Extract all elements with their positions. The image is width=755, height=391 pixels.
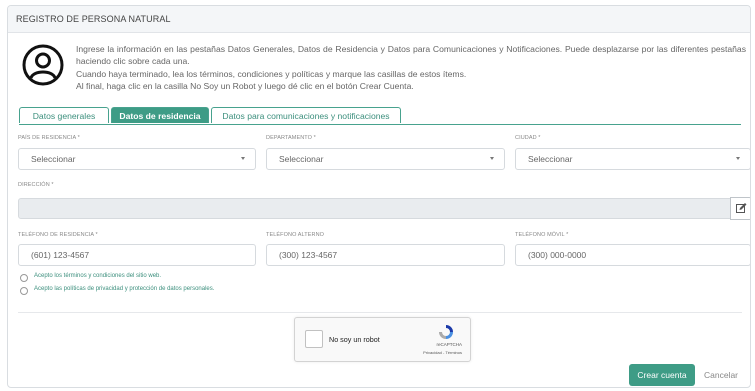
telefono-residencia-placeholder: (601) 123-4567 bbox=[31, 250, 90, 260]
recaptcha-brand: reCAPTCHA bbox=[436, 342, 462, 347]
departamento-value: Seleccionar bbox=[279, 154, 324, 164]
direccion-label: DIRECCIÓN * bbox=[18, 182, 54, 188]
cancel-button[interactable]: Cancelar bbox=[701, 364, 741, 386]
pais-select[interactable]: Seleccionar bbox=[18, 148, 256, 170]
telefono-movil-placeholder: (300) 000-0000 bbox=[528, 250, 587, 260]
instruction-line: Ingrese la información en las pestañas D… bbox=[76, 44, 746, 67]
tab-datos-generales[interactable]: Datos generales bbox=[19, 107, 109, 123]
terminos-label[interactable]: Acepto los términos y condiciones del si… bbox=[34, 273, 161, 279]
telefono-residencia-input[interactable]: (601) 123-4567 bbox=[18, 244, 256, 266]
chevron-down-icon bbox=[490, 157, 494, 160]
chevron-down-icon bbox=[736, 157, 740, 160]
ciudad-select[interactable]: Seleccionar bbox=[515, 148, 750, 170]
ciudad-value: Seleccionar bbox=[528, 154, 573, 164]
edit-address-button[interactable] bbox=[730, 197, 750, 220]
telefono-alterno-input[interactable]: (300) 123-4567 bbox=[266, 244, 505, 266]
politicas-checkbox[interactable] bbox=[20, 287, 28, 295]
pais-value: Seleccionar bbox=[31, 154, 76, 164]
pais-label: PAÍS DE RESIDENCIA * bbox=[18, 135, 80, 141]
departamento-select[interactable]: Seleccionar bbox=[266, 148, 505, 170]
terminos-checkbox[interactable] bbox=[20, 274, 28, 282]
direccion-input[interactable] bbox=[18, 198, 731, 219]
tab-datos-residencia[interactable]: Datos de residencia bbox=[111, 107, 209, 123]
divider bbox=[18, 312, 742, 313]
ciudad-label: CIUDAD * bbox=[515, 135, 541, 141]
instructions: Ingrese la información en las pestañas D… bbox=[76, 43, 746, 92]
recaptcha-legal-links[interactable]: Privacidad - Términos bbox=[423, 350, 462, 355]
tab-underline bbox=[19, 124, 741, 125]
instruction-line: Al final, haga clic en la casilla No Soy… bbox=[76, 80, 414, 91]
recaptcha-label: No soy un robot bbox=[329, 335, 380, 344]
card-header: REGISTRO DE PERSONA NATURAL bbox=[8, 6, 750, 33]
chevron-down-icon bbox=[241, 157, 245, 160]
create-account-button[interactable]: Crear cuenta bbox=[629, 364, 695, 386]
user-circle-icon bbox=[22, 44, 64, 86]
telefono-movil-label: TELÉFONO MÓVIL * bbox=[515, 232, 569, 238]
telefono-movil-input[interactable]: (300) 000-0000 bbox=[515, 244, 750, 266]
recaptcha-widget: No soy un robot reCAPTCHA Privacidad - T… bbox=[294, 317, 471, 362]
edit-icon bbox=[736, 203, 747, 213]
politicas-label[interactable]: Acepto las políticas de privacidad y pro… bbox=[34, 286, 214, 292]
instruction-line: Cuando haya terminado, lea los términos,… bbox=[76, 68, 467, 79]
telefono-residencia-label: TELÉFONO DE RESIDENCIA * bbox=[18, 232, 98, 238]
telefono-alterno-placeholder: (300) 123-4567 bbox=[279, 250, 338, 260]
recaptcha-logo-icon bbox=[439, 325, 453, 339]
tab-datos-comunicaciones[interactable]: Datos para comunicaciones y notificacion… bbox=[211, 107, 401, 123]
recaptcha-checkbox[interactable] bbox=[305, 330, 323, 348]
telefono-alterno-label: TELÉFONO ALTERNO bbox=[266, 232, 325, 238]
page-title: REGISTRO DE PERSONA NATURAL bbox=[16, 14, 171, 24]
departamento-label: DEPARTAMENTO * bbox=[266, 135, 316, 141]
